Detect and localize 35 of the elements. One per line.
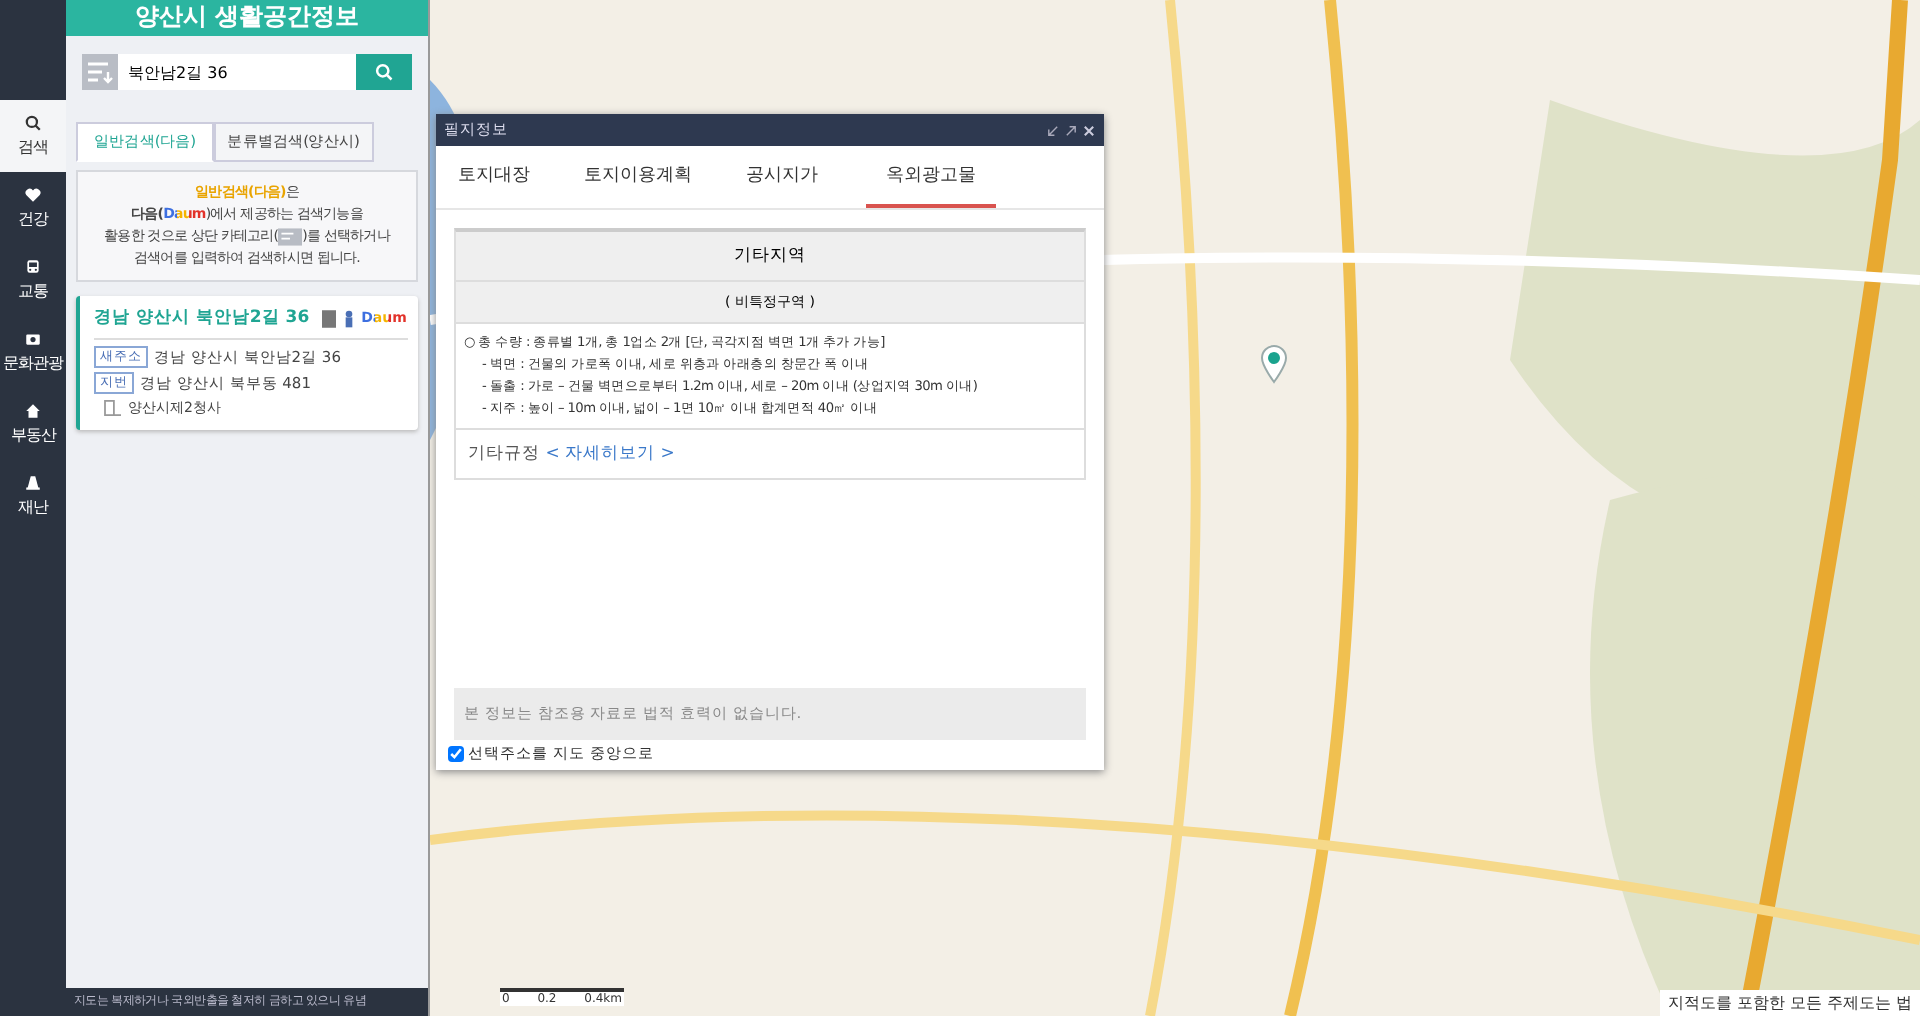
heart-icon	[24, 186, 42, 204]
nav-item[interactable]: 교통	[0, 244, 66, 316]
cone-icon	[24, 474, 42, 492]
list-icon	[278, 228, 303, 246]
search-icon	[374, 62, 394, 82]
building-icon	[104, 400, 122, 416]
more-link[interactable]: < 자세히보기 >	[545, 444, 675, 464]
result-title: 경남 양산시 북안남2길 36	[94, 306, 310, 330]
dialog-tab[interactable]: 토지이용계획	[578, 146, 716, 208]
camera-icon	[24, 330, 42, 348]
search-icon	[24, 114, 42, 132]
search-bar[interactable]: 북안남2길 36	[82, 54, 412, 90]
nav-item[interactable]: 부동산	[0, 388, 66, 460]
bus-icon	[24, 258, 42, 276]
other-rules-label: 기타규정	[468, 444, 540, 464]
nav-item[interactable]: 검색	[0, 100, 66, 172]
document-icon[interactable]	[321, 309, 336, 327]
dialog-tab[interactable]: 공시지가	[740, 146, 842, 208]
nav-item[interactable]: 문화관광	[0, 316, 66, 388]
list-icon	[86, 60, 114, 84]
app-title: 양산시 생활공간정보	[134, 2, 360, 34]
checkbox[interactable]	[448, 746, 464, 762]
expand-icon[interactable]	[1064, 123, 1078, 137]
dialog-tab[interactable]: 토지대장	[452, 146, 554, 208]
home-icon	[24, 402, 42, 420]
location-pin-icon[interactable]	[1260, 344, 1288, 384]
nav-item[interactable]: 건강	[0, 172, 66, 244]
map-disclaimer: 지적도를 포함한 모든 주제도는 법	[1659, 990, 1920, 1016]
table-heading: 기타지역	[456, 232, 1084, 282]
collapse-icon[interactable]	[1046, 123, 1060, 137]
dialog-tab[interactable]: 옥외광고물	[866, 146, 996, 208]
nav-item[interactable]: 재난	[0, 460, 66, 532]
person-icon[interactable]	[343, 309, 354, 327]
search-button[interactable]	[356, 54, 412, 90]
close-icon[interactable]	[1082, 123, 1096, 137]
